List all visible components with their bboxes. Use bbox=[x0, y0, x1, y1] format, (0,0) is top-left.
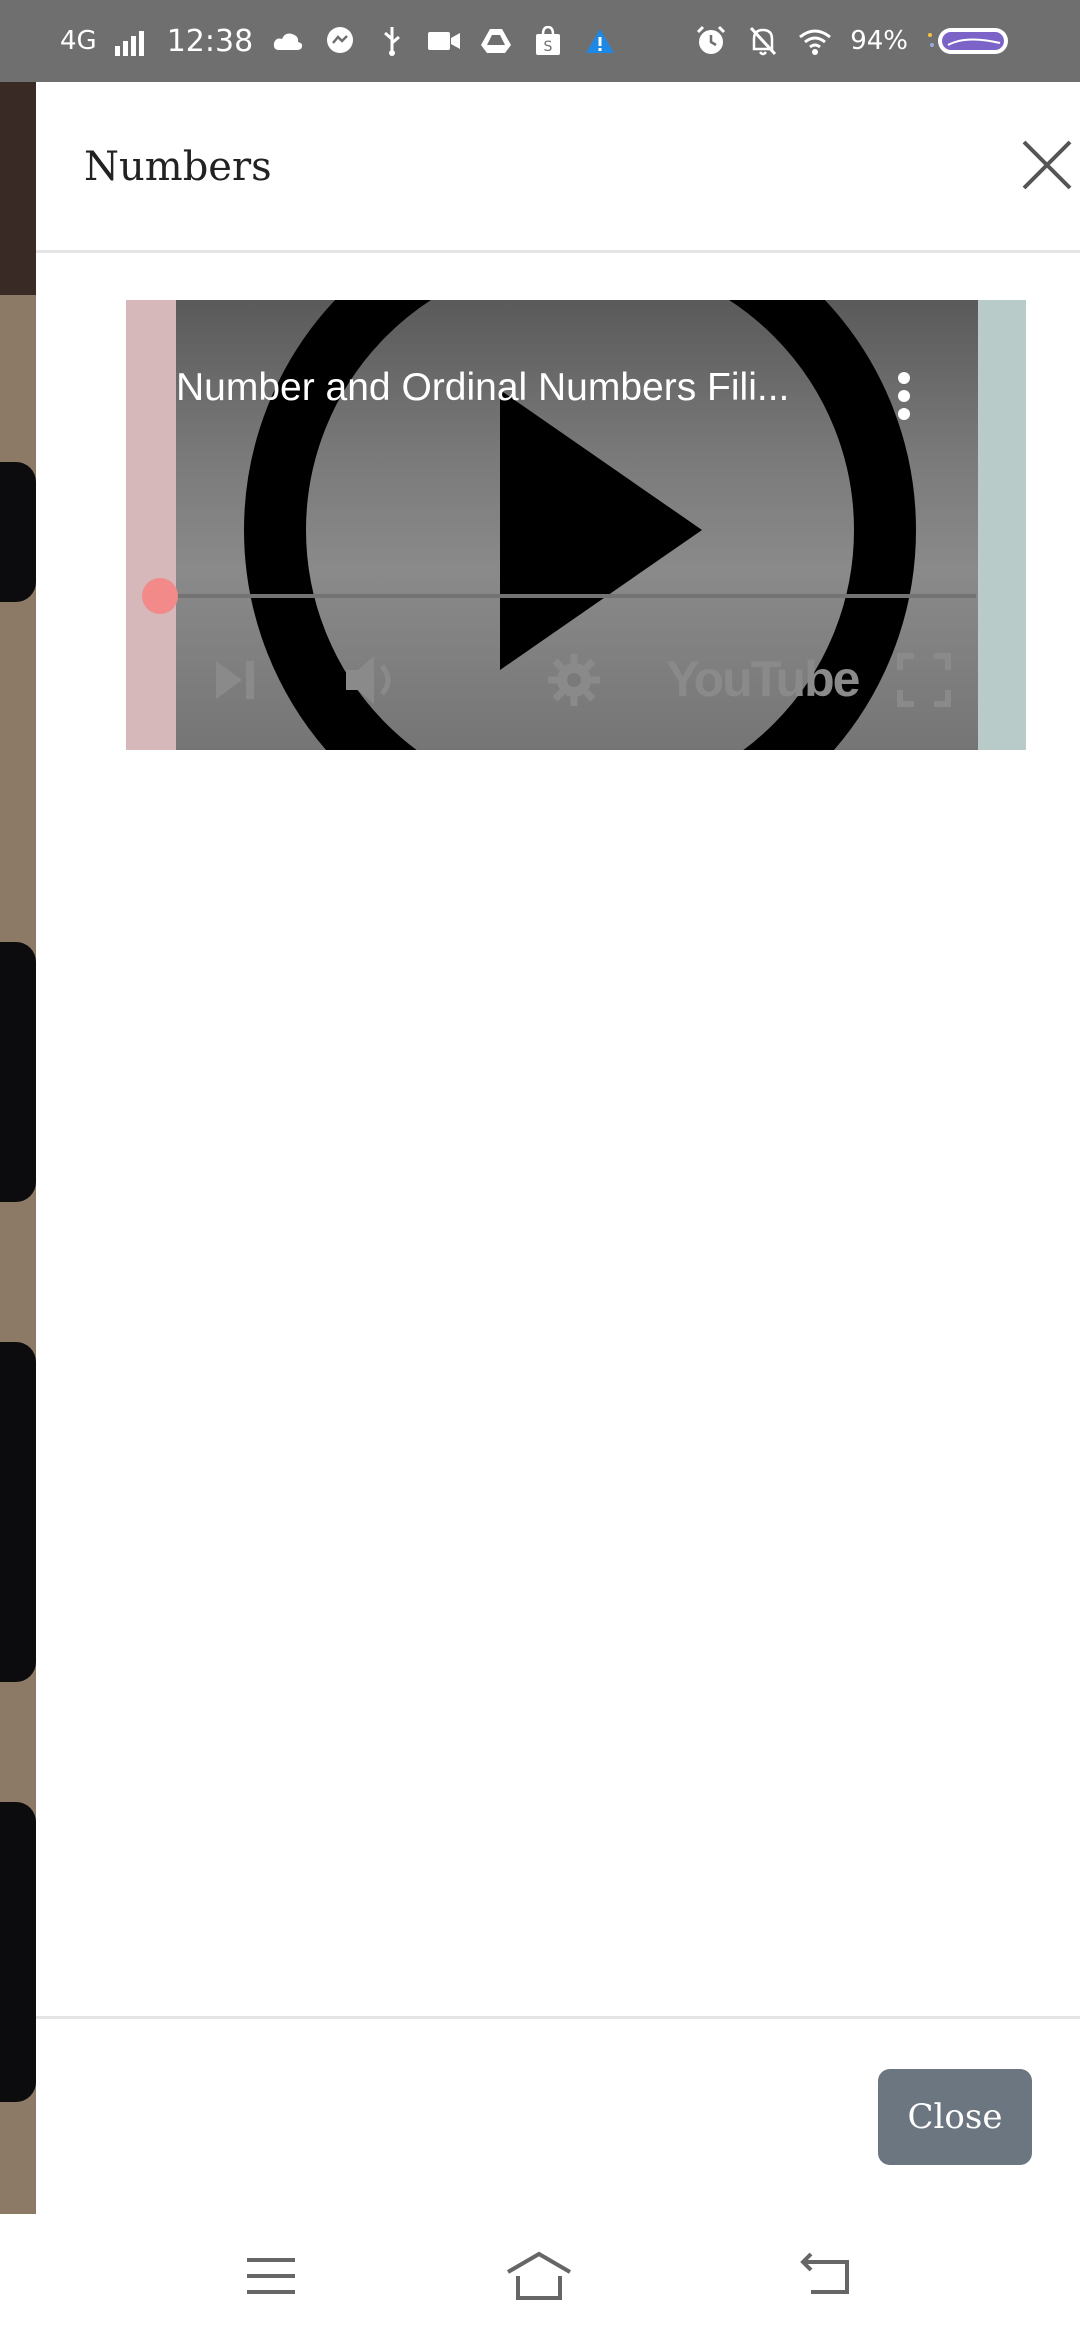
video-player[interactable]: Number and Ordinal Numbers Fili... YouTu… bbox=[126, 300, 1026, 750]
close-button[interactable]: Close bbox=[878, 2069, 1032, 2165]
signal-icon bbox=[114, 24, 149, 58]
settings-icon[interactable] bbox=[546, 648, 602, 712]
navigation-bar bbox=[0, 2214, 1080, 2340]
video-title[interactable]: Number and Ordinal Numbers Fili... bbox=[176, 366, 789, 410]
alarm-icon bbox=[694, 24, 728, 58]
progress-bar[interactable] bbox=[176, 594, 976, 598]
svg-text:S: S bbox=[544, 39, 553, 55]
clock: 12:38 bbox=[166, 23, 254, 59]
close-icon[interactable] bbox=[1020, 138, 1074, 192]
progress-handle[interactable] bbox=[142, 578, 178, 614]
back-icon[interactable] bbox=[790, 2246, 860, 2306]
background-page bbox=[0, 82, 36, 2214]
drive-icon bbox=[479, 24, 513, 58]
fullscreen-icon[interactable] bbox=[896, 648, 952, 712]
shop-icon: S bbox=[531, 24, 565, 58]
volume-icon[interactable] bbox=[344, 648, 408, 712]
youtube-logo[interactable]: YouTube bbox=[666, 650, 860, 708]
warning-icon bbox=[583, 24, 617, 58]
home-icon[interactable] bbox=[504, 2246, 574, 2306]
wifi-icon bbox=[798, 24, 832, 58]
menu-icon[interactable] bbox=[236, 2246, 306, 2306]
video-call-icon bbox=[427, 24, 461, 58]
mute-icon bbox=[746, 24, 780, 58]
more-options-icon[interactable] bbox=[896, 372, 912, 424]
modal-title: Numbers bbox=[84, 144, 272, 190]
modal-dialog: Numbers Number and Ordinal Numbers Fili.… bbox=[36, 82, 1080, 2214]
cloud-icon bbox=[271, 24, 305, 58]
network-label: 4G bbox=[60, 26, 97, 56]
next-icon[interactable] bbox=[212, 648, 262, 712]
battery-percent: 94% bbox=[850, 26, 908, 56]
messenger-icon bbox=[323, 24, 357, 58]
status-bar: 4G 12:38 S 94% bbox=[0, 0, 1080, 82]
usb-icon bbox=[375, 24, 409, 58]
modal-header: Numbers bbox=[36, 82, 1080, 253]
battery-icon bbox=[926, 25, 1012, 57]
